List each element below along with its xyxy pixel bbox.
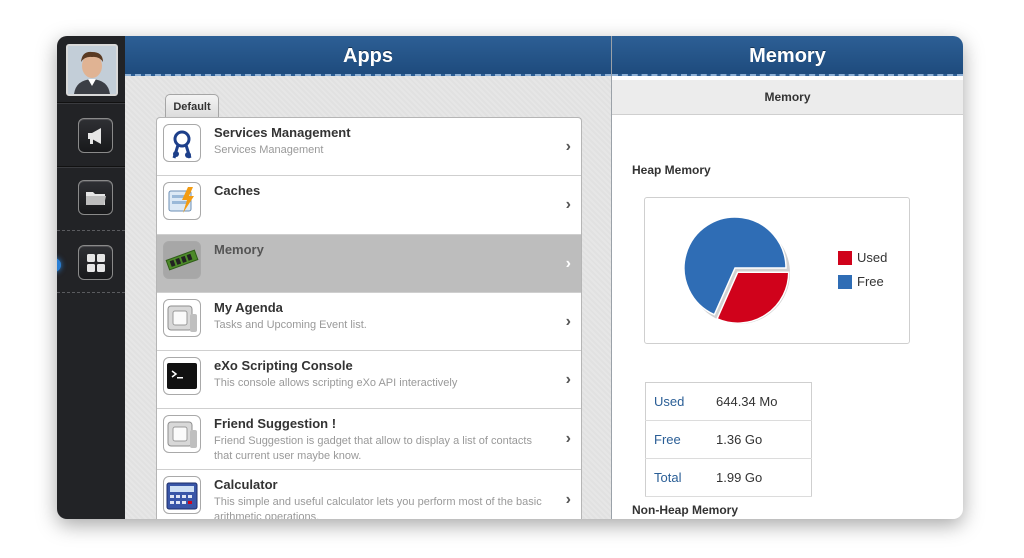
list-item[interactable]: Caches › xyxy=(157,176,581,235)
list-item[interactable]: eXo Scripting Console This console allow… xyxy=(157,351,581,409)
chevron-right-icon: › xyxy=(565,254,571,272)
legend-swatch xyxy=(838,251,852,265)
chevron-right-icon: › xyxy=(565,137,571,155)
tab-default[interactable]: Default xyxy=(165,94,219,117)
item-title: Services Management xyxy=(214,125,351,140)
rail-divider xyxy=(57,292,125,293)
table-value: 1.99 Go xyxy=(715,458,812,497)
table-row: Total 1.99 Go xyxy=(645,458,812,497)
pie-chart xyxy=(683,216,790,324)
list-item[interactable]: My Agenda Tasks and Upcoming Event list.… xyxy=(157,293,581,351)
item-description: Tasks and Upcoming Event list. xyxy=(214,319,367,331)
item-description: Services Management xyxy=(214,144,324,156)
item-description: This console allows scripting eXo API in… xyxy=(214,377,458,389)
list-item[interactable]: Friend Suggestion ! Friend Suggestion is… xyxy=(157,409,581,470)
rail-divider xyxy=(57,166,125,168)
memory-icon xyxy=(163,241,201,279)
item-title: eXo Scripting Console xyxy=(214,358,353,373)
apps-grid-icon[interactable] xyxy=(78,245,113,280)
avatar[interactable] xyxy=(66,44,118,96)
item-title: My Agenda xyxy=(214,300,283,315)
memory-table: Used 644.34 Mo Free 1.36 Go Total 1.99 G… xyxy=(645,382,812,497)
folder-icon[interactable] xyxy=(78,180,113,215)
item-title: Friend Suggestion ! xyxy=(214,416,337,431)
item-description: Friend Suggestion is gadget that allow t… xyxy=(214,435,532,462)
chevron-right-icon: › xyxy=(565,490,571,508)
table-row: Free 1.36 Go xyxy=(645,420,812,459)
item-title: Memory xyxy=(214,242,264,257)
chevron-right-icon: › xyxy=(565,196,571,213)
apps-panel: Default Services Management Services Man… xyxy=(125,76,611,519)
caches-icon xyxy=(163,182,201,220)
services-icon xyxy=(163,124,201,162)
table-key: Free xyxy=(645,420,715,459)
agenda-icon xyxy=(163,299,201,337)
side-rail xyxy=(57,36,125,519)
apps-list: Services Management Services Management … xyxy=(156,117,582,519)
item-description: This simple and useful calculator lets y… xyxy=(214,496,542,519)
chevron-right-icon: › xyxy=(565,370,571,388)
legend-swatch xyxy=(838,275,852,289)
chevron-right-icon: › xyxy=(565,312,571,330)
heap-chart: Used Free xyxy=(644,197,910,344)
legend-label: Used xyxy=(857,250,888,265)
memory-panel: Memory Heap Memory Used Free Used 644.34… xyxy=(612,76,963,519)
table-row: Used 644.34 Mo xyxy=(645,382,812,421)
apps-title: Apps xyxy=(343,45,393,67)
apps-header: Apps xyxy=(125,36,611,76)
list-item[interactable]: Services Management Services Management … xyxy=(157,118,581,176)
table-key: Used xyxy=(645,382,715,421)
rail-divider xyxy=(57,230,125,231)
memory-header: Memory xyxy=(612,36,963,76)
item-title: Caches xyxy=(214,183,261,198)
rail-divider xyxy=(57,102,125,104)
calculator-icon xyxy=(163,476,201,514)
megaphone-icon[interactable] xyxy=(78,118,113,153)
chevron-right-icon: › xyxy=(565,430,571,447)
list-item[interactable]: Calculator This simple and useful calcul… xyxy=(157,470,581,519)
friend-icon xyxy=(163,415,201,453)
app-window: Apps Memory Default Services Management … xyxy=(57,36,963,519)
active-indicator xyxy=(57,258,61,272)
table-value: 1.36 Go xyxy=(715,420,812,459)
heap-memory-label: Heap Memory xyxy=(632,163,711,177)
table-key: Total xyxy=(645,458,715,497)
memory-subtitle: Memory xyxy=(612,80,963,115)
legend-label: Free xyxy=(857,274,884,289)
table-value: 644.34 Mo xyxy=(715,382,812,421)
non-heap-memory-label: Non-Heap Memory xyxy=(632,503,739,517)
memory-title: Memory xyxy=(749,45,826,67)
list-item[interactable]: Memory › xyxy=(157,235,581,293)
console-icon xyxy=(163,357,201,395)
item-title: Calculator xyxy=(214,477,278,492)
